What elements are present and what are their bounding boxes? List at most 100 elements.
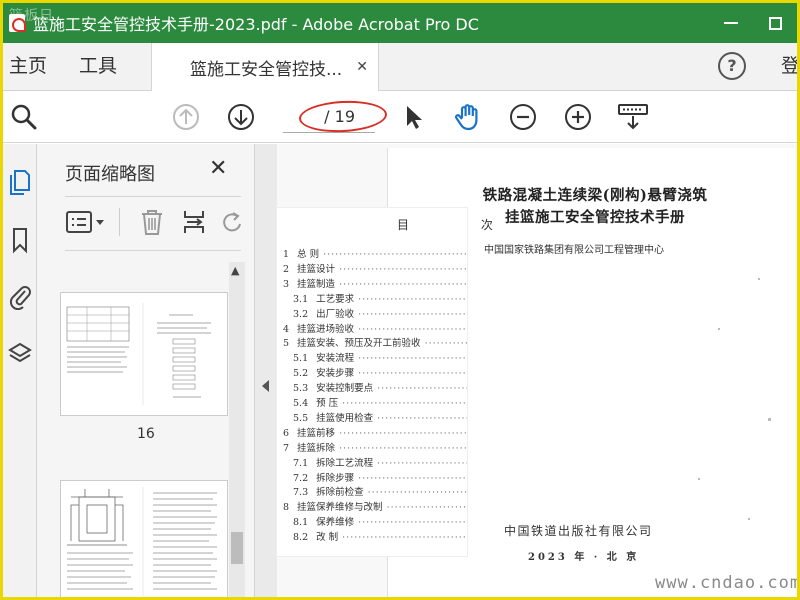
toc-leader-dots: ········································…: [358, 368, 467, 380]
toc-entry-title: 挂篮安装、预压及开工前验收: [297, 338, 421, 350]
toc-entry-title: 工艺要求: [316, 293, 355, 305]
toc-entry: 5 挂篮安装、预压及开工前验收 ·························…: [283, 335, 467, 349]
toc-leader-dots: ········································…: [358, 323, 467, 335]
toc-leader-dots: ········································…: [339, 427, 467, 439]
maximize-button[interactable]: [753, 3, 797, 43]
document-view[interactable]: 铁路混凝土连续梁(刚构)悬臂浇筑 挂篮施工安全管控技术手册 中国国家铁路集团有限…: [277, 144, 797, 597]
tab-tools[interactable]: 工具: [79, 43, 117, 90]
toc-leader-dots: ········································…: [339, 278, 467, 290]
scrollbar-thumb[interactable]: [231, 532, 243, 564]
next-page-icon[interactable]: [226, 102, 256, 132]
toc-entry-title: 总 则: [297, 249, 320, 260]
app-window: 篮板日 篮施工安全管控技术手册-2023.pdf - Adobe Acrobat…: [0, 0, 800, 600]
toc-entry: 1 总 则 ···································…: [283, 246, 467, 260]
toc-entry: 5.3 安装控制要点 ······························…: [293, 380, 467, 394]
toc-entry-number: 8.1: [293, 517, 309, 529]
divider: [119, 208, 120, 236]
layers-icon[interactable]: [8, 340, 32, 368]
cover-date: 2023 年 · 北 京: [528, 552, 640, 563]
page-thumbnails-icon[interactable]: [8, 168, 32, 196]
toc-entry: 8.1 保养维修 ································…: [293, 514, 467, 528]
thumbnail-scrollbar[interactable]: ▲: [229, 262, 245, 597]
select-cursor-icon[interactable]: [399, 102, 429, 132]
help-icon[interactable]: ?: [718, 52, 746, 80]
divider: [65, 250, 241, 251]
close-panel-icon[interactable]: ✕: [209, 156, 227, 181]
toc-entry-title: 安装步骤: [316, 368, 355, 380]
collapse-panel-handle[interactable]: [255, 144, 277, 597]
toc-entry-number: 5.3: [293, 383, 309, 395]
toc-entry: 2 挂篮设计 ··································…: [283, 261, 467, 275]
insert-page-icon[interactable]: [181, 208, 207, 236]
scroll-up-icon[interactable]: ▲: [231, 264, 239, 277]
toc-entry-title: 挂篮进场验收: [297, 323, 355, 335]
toc-entry: 5.4 预 压 ·································…: [293, 395, 467, 409]
minimize-icon: [724, 22, 738, 24]
toc-entry: 7.1 拆除工艺流程 ······························…: [293, 455, 467, 469]
toc-leader-dots: ········································…: [424, 338, 467, 350]
delete-page-icon[interactable]: [139, 208, 165, 236]
tab-bar: 主页 工具 篮施工安全管控技... ✕ ? 登: [3, 43, 797, 91]
previous-page-icon[interactable]: [171, 102, 201, 132]
tab-home[interactable]: 主页: [9, 43, 47, 90]
hand-tool-icon[interactable]: [453, 102, 483, 132]
window-title: 篮施工安全管控技术手册-2023.pdf - Adobe Acrobat Pro…: [33, 15, 479, 34]
toc-leader-dots: ········································…: [342, 532, 467, 544]
toc-entry-title: 挂篮保养维修与改制: [297, 502, 383, 514]
toc-entry-title: 保养维修: [316, 517, 355, 529]
toc-entry-number: 4: [283, 323, 290, 335]
left-rail: [3, 144, 37, 597]
toc-entry-number: 8: [283, 502, 290, 514]
collapse-arrow-icon: [262, 380, 269, 392]
toc-entry-number: 5.5: [293, 412, 309, 424]
thumbnails-panel: 页面缩略图 ✕ 16 ▲: [37, 144, 255, 597]
tab-document[interactable]: 篮施工安全管控技... ✕: [151, 43, 379, 91]
toc-entry-title: 挂篮使用检查: [316, 412, 374, 424]
toc-entry-title: 拆除工艺流程: [316, 457, 374, 469]
bookmarks-icon[interactable]: [8, 226, 32, 254]
minimize-button[interactable]: [709, 3, 753, 43]
toc-page: 目 次 1总 则 ·······························…: [277, 208, 493, 556]
toc-entry-title: 挂篮前移: [297, 427, 336, 439]
toc-entry: 5.1 安装流程 ································…: [293, 350, 467, 364]
toc-entry-number: 7.3: [293, 487, 309, 499]
search-icon[interactable]: [9, 102, 39, 132]
divider: [65, 196, 241, 197]
toc-leader-dots: ········································…: [358, 308, 467, 320]
sign-in-link[interactable]: 登: [781, 43, 797, 90]
toc-leader-dots: ········································…: [358, 517, 467, 529]
zoom-out-icon[interactable]: [508, 102, 538, 132]
toc-entry-number: 3.2: [293, 308, 309, 320]
toc-entry: 8.2 改 制 ·································…: [293, 529, 467, 543]
toc-entry-number: 5.4: [293, 398, 309, 409]
attachments-icon[interactable]: [8, 282, 32, 310]
toc-leader-dots: ········································…: [358, 353, 467, 365]
toc-entry-number: 5: [283, 338, 290, 350]
thumbnail-preview: [67, 487, 217, 597]
toc-entry: 7.3 拆除前检查 ·······························…: [293, 484, 467, 498]
rotate-page-icon[interactable]: [221, 210, 243, 236]
toc-leader-dots: ········································…: [339, 442, 467, 454]
toc-entry: 5.2 安装步骤 ································…: [293, 365, 467, 379]
options-menu-icon[interactable]: [65, 210, 109, 236]
toc-entry: 3.2 出厂验收 ································…: [293, 306, 467, 320]
toc-entry: 3.1 工艺要求 ································…: [293, 291, 467, 305]
toc-leader-dots: ········································…: [367, 487, 467, 499]
page-display-icon[interactable]: [617, 102, 649, 132]
toc-entry: 6 挂篮前移 ··································…: [283, 425, 467, 439]
toolbar: [3, 91, 797, 143]
zoom-in-icon[interactable]: [563, 102, 593, 132]
toc-leader-dots: ········································…: [342, 398, 467, 409]
toc-entry-number: 3.1: [293, 293, 309, 305]
toc-entry-title: 安装控制要点: [316, 383, 374, 395]
toc-entry-number: 5.1: [293, 353, 309, 365]
toc-heading: 目 次: [397, 218, 527, 232]
toc-leader-dots: ········································…: [377, 457, 467, 469]
toc-entry-number: 5.2: [293, 368, 309, 380]
page-thumbnail[interactable]: [60, 292, 228, 416]
toc-leader-dots: ········································…: [386, 502, 467, 514]
page-thumbnail[interactable]: [60, 480, 228, 597]
toc-entry: 4 挂篮进场验收 ································…: [283, 321, 467, 335]
toc-entry: 8 挂篮保养维修与改制 ·····························…: [283, 499, 467, 513]
close-tab-icon[interactable]: ✕: [356, 59, 368, 75]
